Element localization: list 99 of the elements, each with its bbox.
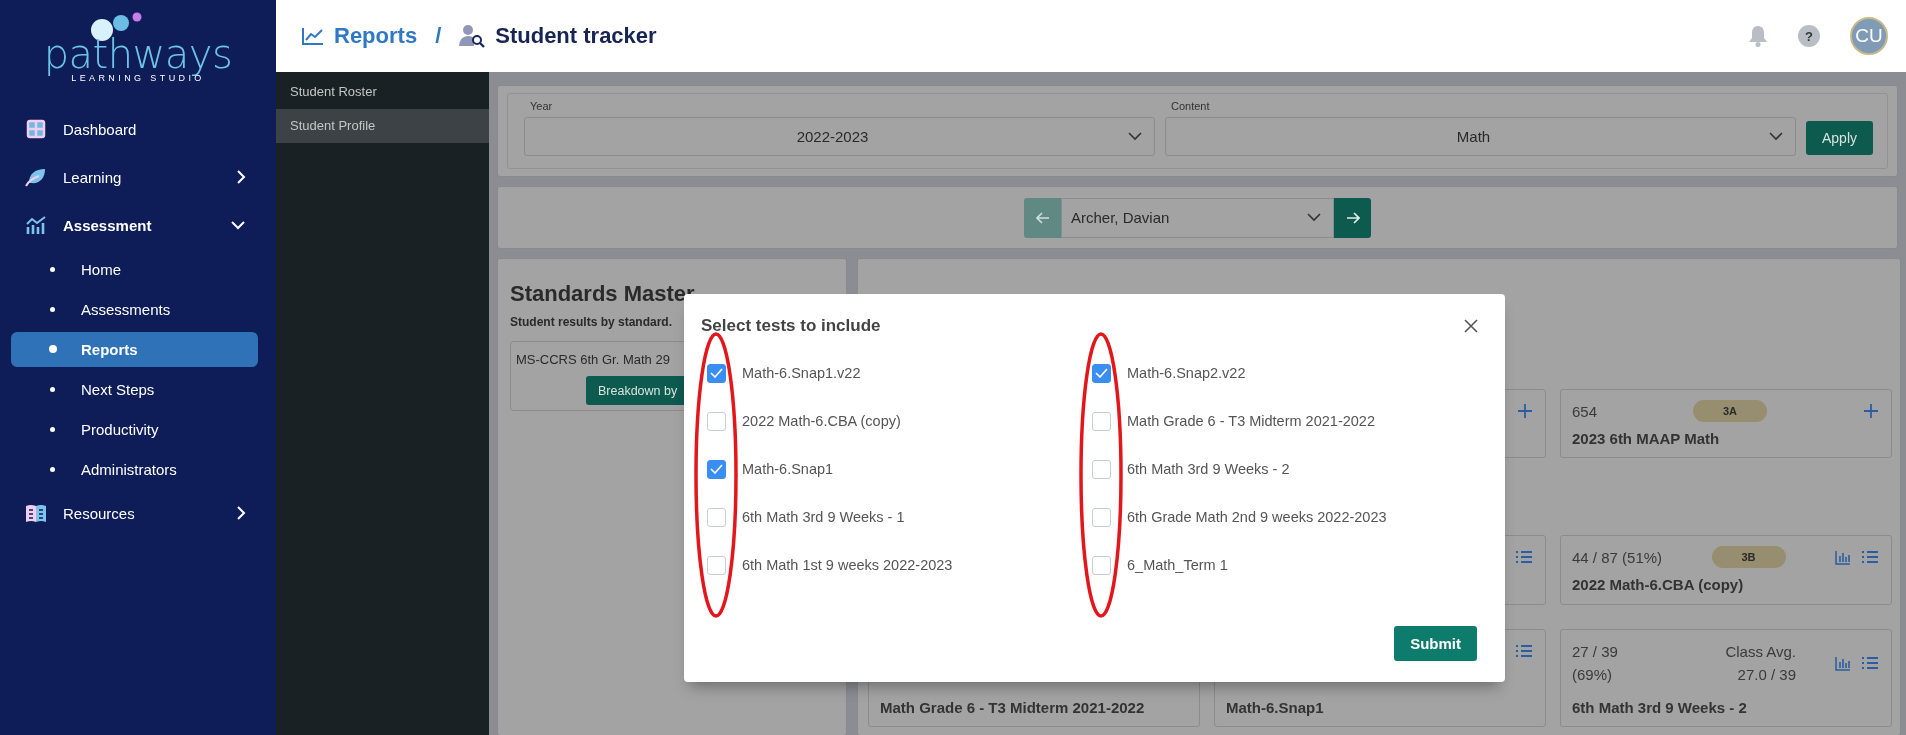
add-button[interactable] [1863, 403, 1879, 419]
bullet-icon [50, 426, 55, 432]
apply-button[interactable]: Apply [1805, 121, 1873, 155]
breadcrumb-separator: / [435, 23, 442, 49]
bar-chart-icon [1835, 655, 1851, 671]
score-text: 44 / 87 (51%) [1572, 548, 1663, 566]
list-button[interactable] [1515, 550, 1533, 564]
next-button[interactable] [1334, 197, 1371, 238]
level-badge: 3B [1711, 546, 1786, 568]
standard-title: MS-CCRS 6th Gr. Math 29 [516, 352, 671, 367]
card-subtitle: Student results by standard. [510, 315, 673, 329]
submit-button[interactable]: Submit [1394, 626, 1477, 661]
close-icon [1464, 319, 1478, 333]
option-label: Math-6.Snap2.v22 [1127, 365, 1246, 381]
checkbox[interactable] [1092, 411, 1111, 431]
list-button[interactable] [1861, 656, 1879, 670]
test-title: Math Grade 6 - T3 Midterm 2021-2022 [880, 699, 1146, 716]
option-label: 6th Math 3rd 9 Weeks - 2 [1127, 461, 1290, 477]
line-chart-icon [302, 27, 324, 45]
option-label: 6th Math 1st 9 weeks 2022-2023 [742, 557, 953, 573]
dropdown-field[interactable]: Math [1165, 117, 1796, 156]
nav-subitem[interactable]: Productivity [11, 411, 258, 447]
checkbox[interactable] [1092, 507, 1111, 527]
checkbox[interactable] [1092, 363, 1111, 383]
bullet-icon [50, 466, 55, 472]
list-button[interactable] [1515, 644, 1533, 658]
option-label: Math Grade 6 - T3 Midterm 2021-2022 [1127, 413, 1375, 429]
bullet-icon [50, 266, 55, 272]
nav-subitem[interactable]: Next Steps [11, 371, 258, 407]
nav-item[interactable]: Assessment [0, 201, 276, 249]
help-button[interactable]: ? [1798, 25, 1820, 47]
previous-button[interactable] [1024, 197, 1061, 238]
nav-subitem[interactable]: Reports [11, 331, 258, 367]
chevron-right-icon [236, 169, 246, 185]
checkbox[interactable] [707, 411, 726, 431]
score-text: 27 / 39 (69%) [1572, 642, 1619, 685]
subnav-item[interactable]: Student Profile [276, 109, 489, 143]
plus-icon [1517, 403, 1533, 419]
caret-icon [1128, 132, 1142, 141]
nav-item[interactable]: Resources [0, 489, 276, 537]
person-search-icon [459, 24, 486, 48]
nav-subitem[interactable]: Assessments [11, 291, 258, 327]
arrow-right-icon [1345, 211, 1360, 224]
list-icon [1515, 644, 1533, 658]
test-title: 6th Math 3rd 9 Weeks - 2 [1572, 699, 1748, 716]
list-icon [1515, 550, 1533, 564]
class-average: Class Avg. 27.0 / 39 [1724, 642, 1796, 685]
checkbox[interactable] [707, 363, 726, 383]
list-icon [1861, 656, 1879, 670]
dialog-title: Select tests to include [701, 316, 881, 336]
test-title: Math-6.Snap1 [1226, 699, 1325, 716]
option-label: 6th Grade Math 2nd 9 weeks 2022-2023 [1127, 509, 1387, 525]
chart-button[interactable] [1835, 549, 1851, 565]
checkbox[interactable] [707, 459, 726, 479]
level-badge: 3A [1693, 400, 1768, 422]
field-label: Content [1171, 100, 1211, 112]
score-text: 654 [1572, 402, 1598, 420]
arrow-left-icon [1035, 211, 1050, 224]
test-title: 2023 6th MAAP Math [1572, 430, 1721, 447]
add-button[interactable] [1517, 403, 1533, 419]
chart-icon [25, 215, 47, 235]
checkbox[interactable] [707, 507, 726, 527]
caret-icon [1307, 213, 1321, 222]
field-label: Year [530, 100, 554, 112]
bell-icon [1748, 25, 1768, 47]
card-title: Standards Master [510, 281, 696, 307]
chevron-right-icon [236, 505, 246, 521]
subnav-item[interactable]: Student Roster [276, 75, 489, 109]
chart-button[interactable] [1835, 655, 1851, 671]
checkbox[interactable] [707, 555, 726, 575]
checkbox[interactable] [1092, 555, 1111, 575]
bar-chart-icon [1835, 549, 1851, 565]
bullet-icon [50, 386, 55, 392]
student-dropdown[interactable]: Archer, Davian [1061, 197, 1334, 238]
bullet-icon [50, 306, 55, 312]
breadcrumb-link[interactable]: Reports [334, 23, 418, 49]
book-icon [25, 503, 47, 523]
test-title: 2022 Math-6.CBA (copy) [1572, 576, 1745, 593]
nav-item[interactable]: Learning [0, 153, 276, 201]
option-label: Math-6.Snap1 [742, 461, 834, 477]
caret-icon [1768, 132, 1783, 141]
leaf-icon [25, 167, 47, 187]
plus-icon [1863, 403, 1879, 419]
page-title: Student tracker [495, 23, 657, 49]
checkbox[interactable] [1092, 459, 1111, 479]
nav-subitem[interactable]: Administrators [11, 451, 258, 487]
nav-item[interactable]: Dashboard [0, 105, 276, 153]
close-button[interactable] [1462, 317, 1480, 335]
option-label: 6th Math 3rd 9 Weeks - 1 [742, 509, 905, 525]
option-label: 2022 Math-6.CBA (copy) [742, 413, 901, 429]
option-label: 6_Math_Term 1 [1127, 557, 1228, 573]
grid-icon [25, 119, 47, 139]
dropdown-field[interactable]: 2022-2023 [524, 117, 1155, 156]
bullet-icon [49, 345, 57, 353]
list-icon [1861, 550, 1879, 564]
option-label: Math-6.Snap1.v22 [742, 365, 861, 381]
chevron-down-icon [230, 220, 246, 230]
nav-subitem[interactable]: Home [11, 251, 258, 287]
list-button[interactable] [1861, 550, 1879, 564]
